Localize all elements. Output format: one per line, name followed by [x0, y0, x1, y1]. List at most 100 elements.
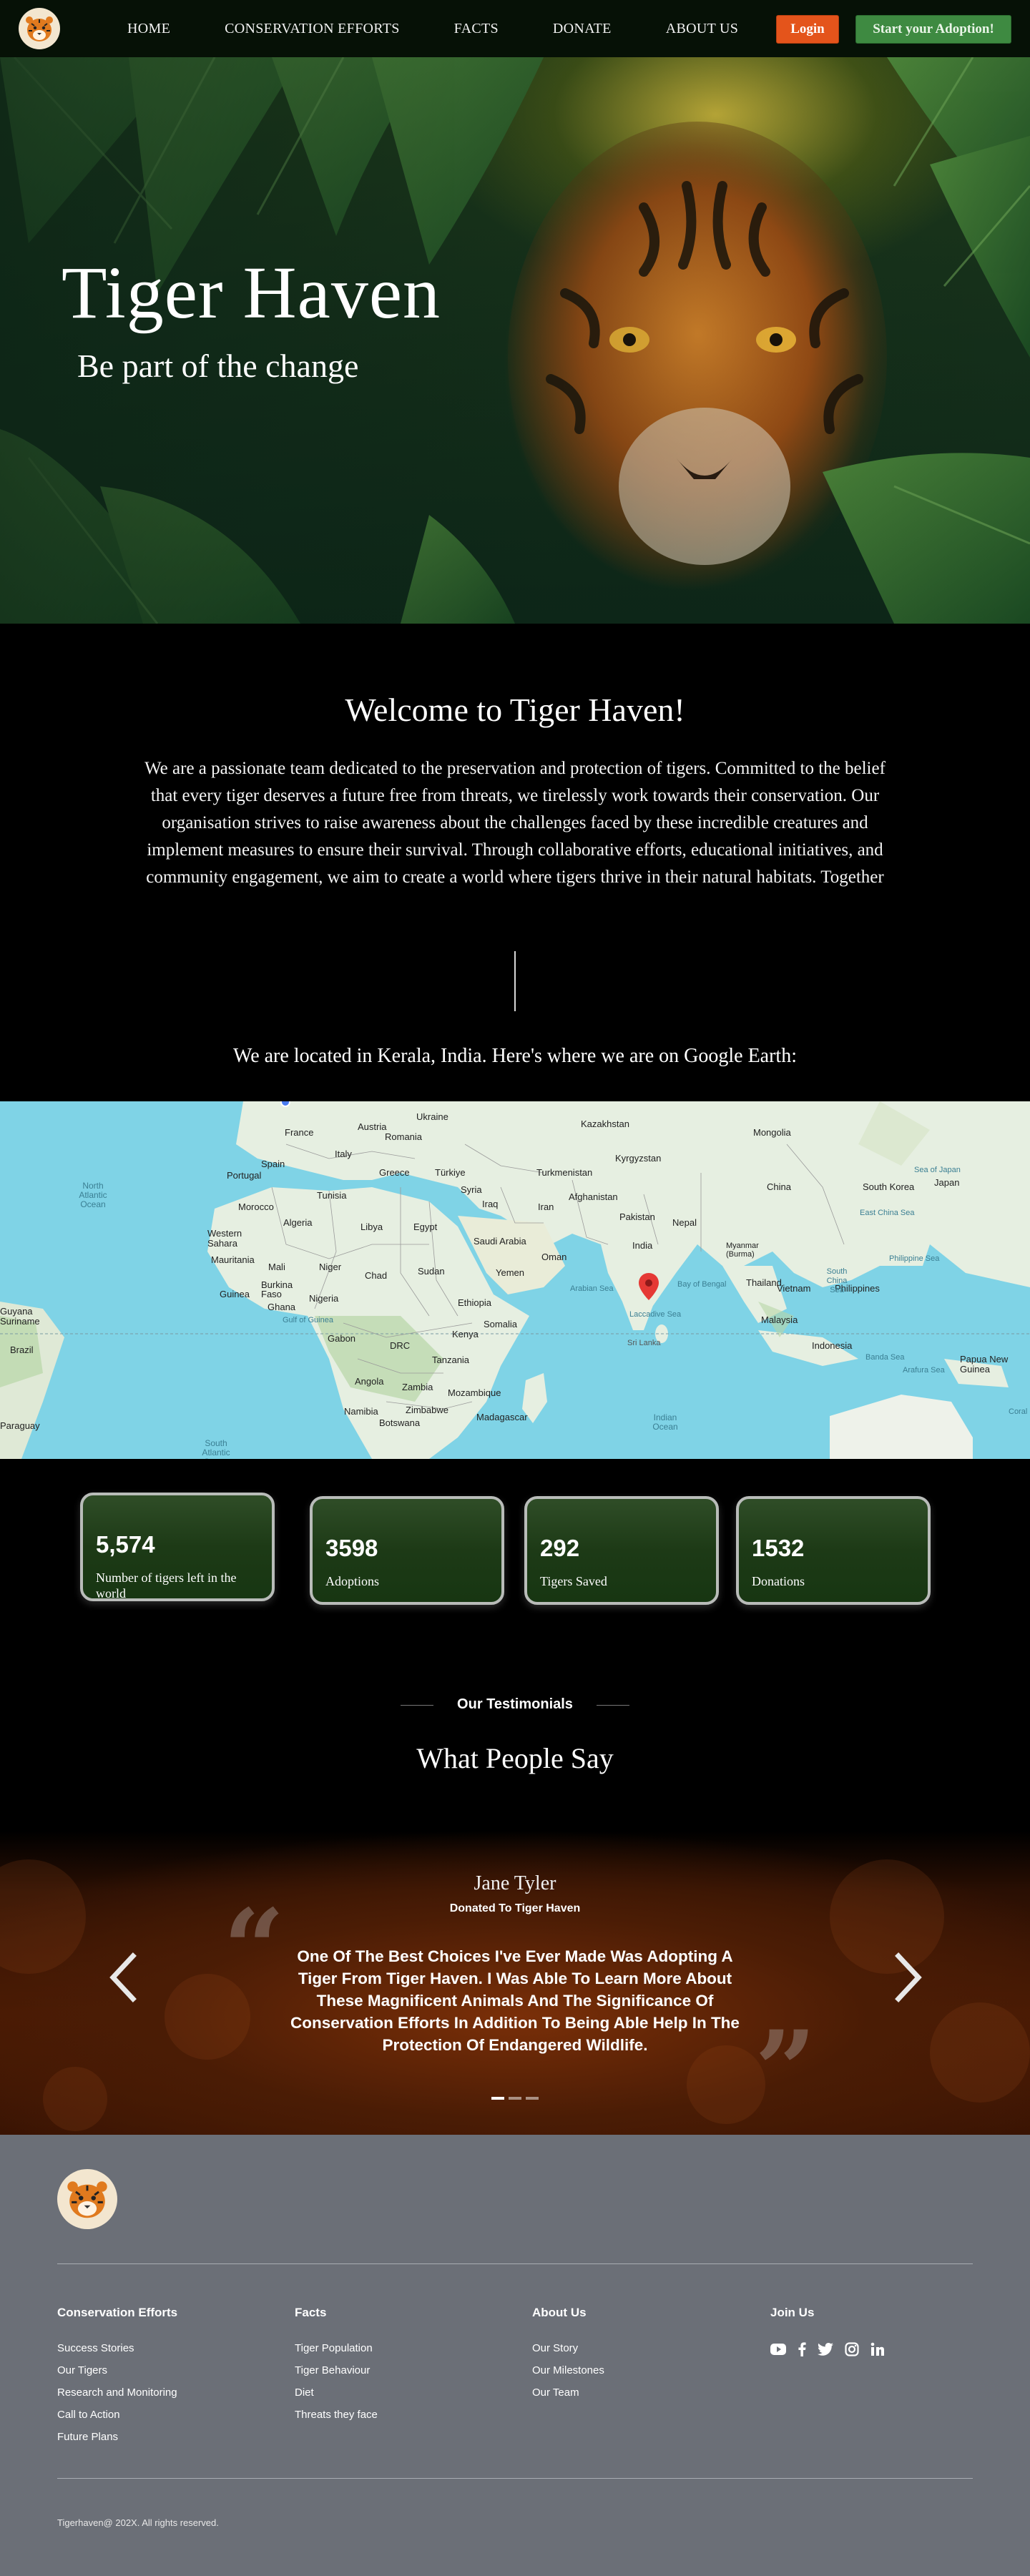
footer-link-tiger-population[interactable]: Tiger Population	[295, 2342, 378, 2354]
stat-value: 3598	[325, 1535, 378, 1561]
bokeh-decoration	[930, 2002, 1030, 2103]
footer-link-tiger-behaviour[interactable]: Tiger Behaviour	[295, 2364, 378, 2376]
map-country-label: Spain	[261, 1159, 285, 1169]
map-ocean-label: Philippine Sea	[889, 1254, 940, 1263]
map-country-label: Indonesia	[812, 1340, 853, 1351]
instagram-icon[interactable]	[845, 2342, 859, 2360]
footer-link-threats[interactable]: Threats they face	[295, 2409, 378, 2421]
map-ocean-label: North Atlantic Ocean	[79, 1181, 107, 1209]
map-country-label: Suriname	[0, 1316, 40, 1327]
map-country-label: Mongolia	[753, 1127, 791, 1138]
youtube-icon[interactable]	[770, 2344, 786, 2359]
footer-divider	[57, 2263, 973, 2264]
carousel-dot[interactable]	[509, 2097, 521, 2100]
map-country-label: Zimbabwe	[406, 1405, 448, 1415]
stat-label: Tigers Saved	[540, 1574, 607, 1588]
facebook-icon[interactable]	[798, 2342, 806, 2360]
nav-donate-link[interactable]: DONATE	[553, 21, 612, 37]
map-country-label: Western Sahara	[207, 1228, 242, 1249]
hero-title: Tiger Haven	[62, 252, 441, 334]
bokeh-decoration	[687, 2045, 765, 2124]
footer-heading: Join Us	[770, 2306, 815, 2319]
footer-link-research[interactable]: Research and Monitoring	[57, 2386, 177, 2399]
footer-divider	[57, 2478, 973, 2479]
footer-link-our-tigers[interactable]: Our Tigers	[57, 2364, 177, 2376]
testimonials-heading: What People Say	[416, 1742, 614, 1774]
map-country-label: Guyana	[0, 1306, 33, 1317]
testimonial-author-role: Donated To Tiger Haven	[449, 1902, 581, 1914]
nav-links: HOME CONSERVATION EFFORTS FACTS DONATE A…	[127, 0, 793, 57]
twitter-icon[interactable]	[818, 2343, 833, 2359]
footer-link-future-plans[interactable]: Future Plans	[57, 2431, 177, 2443]
map-country-label: India	[632, 1240, 653, 1251]
footer-link-call-to-action[interactable]: Call to Action	[57, 2409, 177, 2421]
map-country-label: Brazil	[10, 1344, 34, 1355]
carousel-dot[interactable]	[491, 2097, 504, 2100]
map-country-label: Pakistan	[619, 1211, 655, 1222]
map-ocean-label: Laccadive Sea	[629, 1310, 682, 1319]
map-country-label: Portugal	[227, 1170, 262, 1181]
testimonial-author: Jane Tyler	[474, 1872, 556, 1894]
map-country-label: Tunisia	[317, 1190, 347, 1201]
map-ocean-label: Gulf of Guinea	[283, 1316, 333, 1324]
map-country-label: Guinea	[220, 1289, 250, 1299]
chevron-left-icon[interactable]	[102, 1949, 144, 2006]
chevron-right-icon[interactable]	[887, 1949, 930, 2006]
stat-label: Adoptions	[325, 1574, 380, 1588]
vertical-divider	[514, 951, 516, 1011]
map-country-label: Zambia	[402, 1382, 433, 1392]
map-landmass	[0, 1101, 1030, 1459]
map-country-label: Sri Lanka	[627, 1339, 661, 1347]
footer-link-milestones[interactable]: Our Milestones	[532, 2364, 604, 2376]
linkedin-icon[interactable]	[870, 2342, 885, 2360]
site-footer: Conservation Efforts Success Stories Our…	[0, 2135, 1030, 2576]
map-country-label: Greece	[379, 1167, 410, 1178]
stat-card-donations: 1532 Donations	[736, 1496, 931, 1605]
map-country-label: Austria	[358, 1121, 387, 1132]
tiger-logo-icon[interactable]	[19, 8, 60, 49]
map-ocean-label: Arabian Sea	[570, 1284, 614, 1293]
nav-facts-link[interactable]: FACTS	[454, 21, 499, 37]
map-country-label: Somalia	[484, 1319, 517, 1329]
stat-label: Donations	[752, 1574, 805, 1588]
hero-tiger-jungle-image	[0, 57, 1030, 624]
map-country-label: Angola	[355, 1376, 384, 1387]
map-country-label: Yemen	[496, 1267, 524, 1278]
map-country-label: Oman	[541, 1252, 567, 1262]
bokeh-decoration	[43, 2067, 107, 2131]
map-country-label: Italy	[335, 1149, 352, 1159]
stat-value: 1532	[752, 1535, 805, 1561]
nav-conservation-link[interactable]: CONSERVATION EFFORTS	[225, 21, 400, 37]
map-country-label: Iraq	[482, 1199, 499, 1209]
map-country-label: Namibia	[344, 1406, 378, 1417]
start-adoption-button[interactable]: Start your Adoption!	[855, 15, 1011, 44]
map-ocean-label: Coral	[1009, 1407, 1028, 1416]
nav-home-link[interactable]: HOME	[127, 21, 170, 37]
footer-link-diet[interactable]: Diet	[295, 2386, 378, 2399]
nav-about-link[interactable]: ABOUT US	[666, 21, 739, 37]
map-country-label: Türkiye	[435, 1167, 466, 1178]
footer-link-our-team[interactable]: Our Team	[532, 2386, 604, 2399]
footer-link-success-stories[interactable]: Success Stories	[57, 2342, 177, 2354]
map-country-label: Chad	[365, 1270, 388, 1281]
top-navbar: HOME CONSERVATION EFFORTS FACTS DONATE A…	[0, 0, 1030, 57]
map-pin-icon[interactable]	[639, 1273, 659, 1300]
carousel-indicators	[491, 2097, 539, 2100]
map-country-label: Vietnam	[777, 1283, 811, 1294]
hero-banner: Tiger Haven Be part of the change	[0, 57, 1030, 624]
map-country-label: Kenya	[452, 1329, 479, 1339]
carousel-dot[interactable]	[526, 2097, 539, 2100]
tiger-logo-icon[interactable]	[57, 2169, 117, 2229]
map-country-label: Romania	[385, 1131, 423, 1142]
login-button[interactable]: Login	[776, 15, 839, 44]
map-country-label: Mozambique	[448, 1387, 501, 1398]
map-country-label: Burkina Faso	[261, 1279, 293, 1299]
map-country-label: Algeria	[283, 1217, 313, 1228]
footer-heading: Conservation Efforts	[57, 2306, 178, 2319]
welcome-paragraph: We are a passionate team dedicated to th…	[144, 759, 886, 887]
map-country-label: Mauritania	[211, 1254, 255, 1265]
google-map-embed[interactable]: Ukraine Kazakhstan Mongolia France Austr…	[0, 1101, 1030, 1459]
map-country-label: Ethiopia	[458, 1297, 491, 1308]
map-country-label: Sudan	[418, 1266, 445, 1277]
footer-link-our-story[interactable]: Our Story	[532, 2342, 604, 2354]
